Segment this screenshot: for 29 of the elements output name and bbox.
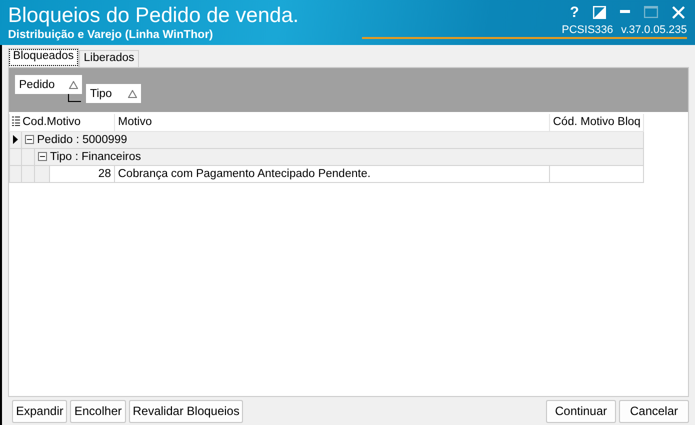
window-title: Bloqueios do Pedido de venda. [8,3,299,29]
action-button[interactable]: Revalidar Bloqueios [128,400,244,422]
group-label: Tipo : Financeiros [50,150,141,162]
contrast-icon[interactable] [593,6,606,18]
help-button[interactable]: ? [570,4,579,20]
collapse-toggle-icon[interactable] [38,152,47,160]
column-header[interactable]: Cód. Motivo Bloq [550,114,644,131]
window-subtitle: Distribuição e Varejo (Linha WinThor) [8,29,214,41]
action-button[interactable]: Cancelar [619,400,689,422]
group-label: Pedido : 5000999 [37,134,128,146]
version-label: v.37.0.05.235 [621,24,687,36]
minimize-icon[interactable] [620,10,630,14]
action-button[interactable]: Encolher [70,400,126,422]
table-cell: Cobrança com Pagamento Antecipado Pendente. [114,165,550,182]
sort-icon [128,90,137,98]
group-by-chip[interactable]: Tipo [86,84,141,103]
sort-icon [69,80,78,88]
tab[interactable]: Bloqueados [8,48,79,67]
close-icon[interactable] [672,6,685,18]
action-button[interactable]: Expandir [12,400,68,422]
tab[interactable]: Liberados [78,50,140,67]
collapse-toggle-icon[interactable] [25,134,34,144]
column-header[interactable]: Motivo [114,114,550,131]
table-cell: 28 [50,165,114,182]
column-header[interactable]: Cod.Motivo [22,114,114,131]
group-by-chip[interactable]: Pedido [15,75,82,94]
program-code: PCSIS336 [562,24,614,36]
action-button[interactable]: Continuar [546,400,616,422]
column-chooser-icon[interactable] [12,116,20,126]
